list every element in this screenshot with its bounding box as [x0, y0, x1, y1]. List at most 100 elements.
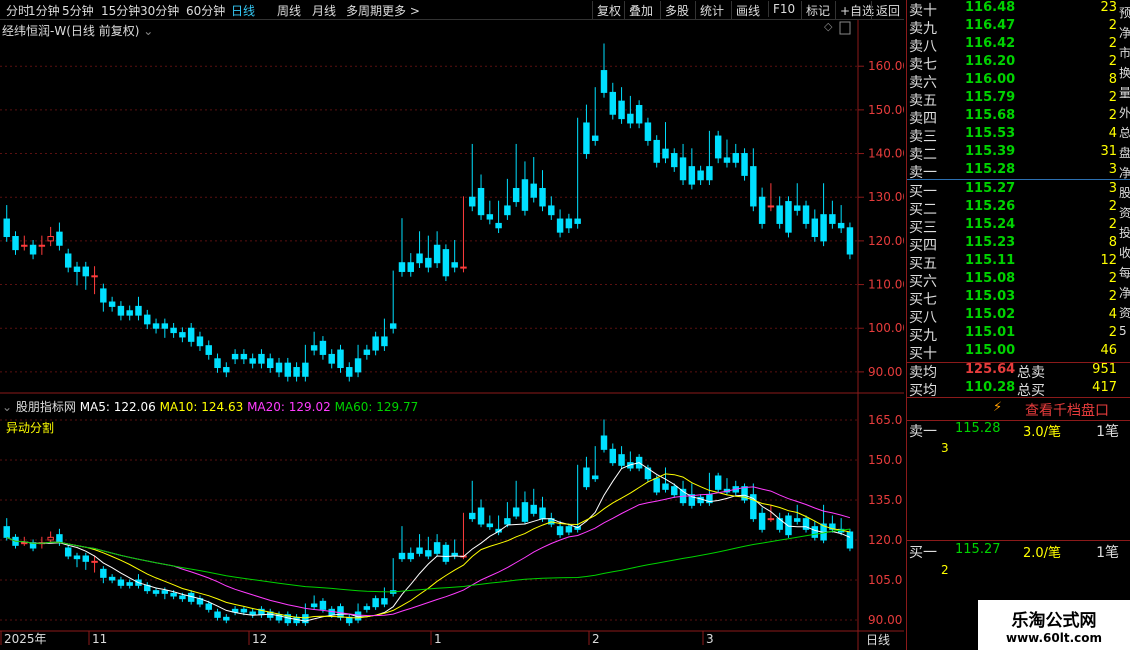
axis-label: 110.00 — [868, 278, 904, 292]
level-name: 买七 — [909, 292, 937, 308]
bid-row[interactable]: 买七 115.03 2 — [907, 289, 1130, 308]
candle — [91, 560, 98, 563]
candle — [425, 257, 432, 268]
detail-sub-value: 2 — [941, 563, 949, 577]
candle — [433, 542, 441, 554]
level-name: 卖八 — [909, 39, 937, 55]
side-panel-label: 投 — [1119, 226, 1130, 240]
candle — [267, 358, 274, 369]
bid-row[interactable]: 买一 115.27 3 — [907, 181, 1130, 200]
candle — [29, 244, 37, 255]
candle — [363, 349, 371, 355]
bid-row[interactable]: 买十 115.00 46 — [907, 343, 1130, 362]
sell-average-row: 卖均 125.64 总卖 951 — [909, 362, 1117, 381]
candle — [767, 518, 775, 521]
candle — [521, 179, 529, 211]
candle — [381, 336, 388, 347]
side-panel-label: 预 — [1119, 6, 1130, 20]
candle — [521, 502, 529, 522]
order-book: ⚡ 查看千档盘口 卖十 116.48 23 卖九 116.47 2 卖八 116.42 2 卖七 1… — [906, 0, 1130, 650]
candle — [820, 214, 827, 242]
candle — [179, 332, 186, 338]
ma-label-0: MA5: 122.06 — [79, 400, 160, 414]
detail-sub-value: 3 — [941, 441, 949, 455]
level-volume: 3 — [1108, 162, 1117, 177]
candle — [161, 590, 169, 594]
candle — [697, 170, 704, 181]
candle — [117, 305, 125, 316]
candle — [425, 550, 432, 557]
candle — [91, 275, 98, 278]
level-name: 买二 — [909, 202, 937, 218]
ask-row[interactable]: 卖二 115.39 31 — [907, 144, 1130, 163]
candle — [187, 327, 195, 342]
panel-icon — [839, 21, 851, 35]
candle — [310, 345, 318, 351]
candle — [249, 611, 256, 616]
candle — [100, 568, 107, 578]
side-panel-label: 资 — [1119, 306, 1130, 320]
candle — [635, 105, 643, 124]
x-label: 2025年 — [4, 632, 47, 646]
ask-row[interactable]: 卖四 115.68 2 — [907, 108, 1130, 127]
bid-row[interactable]: 买五 115.11 12 — [907, 253, 1130, 272]
bid-row[interactable]: 买六 115.08 2 — [907, 271, 1130, 290]
ask-row[interactable]: 卖五 115.79 2 — [907, 90, 1130, 109]
candle — [512, 507, 520, 517]
bid-row[interactable]: 买二 115.26 2 — [907, 199, 1130, 218]
candle — [117, 579, 125, 586]
axis-label: 120.0 — [868, 533, 902, 547]
ask-row[interactable]: 卖九 116.47 2 — [907, 18, 1130, 37]
candle — [662, 148, 669, 159]
ask-row[interactable]: 卖十 116.48 23 — [907, 0, 1130, 19]
candle — [214, 358, 221, 369]
chart-title: 经纬恒润-W(日线 前复权) ⌄ — [2, 24, 154, 38]
watermark: 乐淘公式网 www.60lt.com — [978, 600, 1130, 650]
level-volume: 8 — [1108, 235, 1117, 250]
candle — [407, 552, 414, 560]
candle — [583, 122, 590, 155]
level-price: 115.08 — [965, 271, 1016, 286]
indicator-name: 股朋指标网 — [15, 400, 80, 414]
axis-label: 140.00 — [868, 147, 904, 161]
kline-chart[interactable]: 160.00 150.00 140.00 130.00 120.00 110.00 100.… — [0, 0, 904, 650]
candle — [73, 266, 81, 272]
candle — [170, 592, 177, 597]
level-name: 卖三 — [909, 129, 937, 145]
bid-row[interactable]: 买八 115.02 4 — [907, 307, 1130, 326]
indicator-header: ⌄ 股朋指标网 MA5: 122.06 MA10: 124.63 MA20: 1… — [2, 398, 418, 415]
bid-row[interactable]: 买九 115.01 2 — [907, 325, 1130, 344]
ask-row[interactable]: 卖六 116.00 8 — [907, 72, 1130, 91]
candle — [591, 135, 599, 141]
bid-row[interactable]: 买四 115.23 8 — [907, 235, 1130, 254]
candle — [47, 536, 54, 541]
candle — [469, 196, 476, 207]
candle — [723, 157, 731, 163]
ask-row[interactable]: 卖八 116.42 2 — [907, 36, 1130, 55]
candle — [3, 526, 10, 538]
collapse-icon[interactable]: ⌄ — [2, 400, 16, 414]
level-name: 买九 — [909, 328, 937, 344]
level-price: 115.26 — [965, 199, 1016, 214]
side-panel-label: 5 — [1119, 324, 1127, 338]
ask-row[interactable]: 卖一 115.28 3 — [907, 162, 1130, 181]
candle — [794, 518, 801, 522]
candle — [486, 523, 494, 528]
level-name: 买一 — [909, 184, 937, 200]
candle — [758, 196, 766, 224]
ask-row[interactable]: 卖七 116.20 2 — [907, 54, 1130, 73]
level-name: 买八 — [909, 310, 937, 326]
candle — [706, 166, 713, 181]
candle — [205, 603, 212, 610]
candle — [846, 227, 854, 255]
candle — [12, 236, 19, 251]
ask-row[interactable]: 卖三 115.53 4 — [907, 126, 1130, 145]
candle — [565, 526, 573, 533]
level-volume: 2 — [1108, 54, 1117, 69]
level-volume: 3 — [1108, 181, 1117, 196]
bid-row[interactable]: 买三 115.24 2 — [907, 217, 1130, 236]
candle — [600, 70, 608, 93]
level-price: 116.20 — [965, 54, 1016, 69]
candle — [240, 353, 248, 360]
thousand-level-button[interactable]: 查看千档盘口 — [1025, 400, 1109, 420]
